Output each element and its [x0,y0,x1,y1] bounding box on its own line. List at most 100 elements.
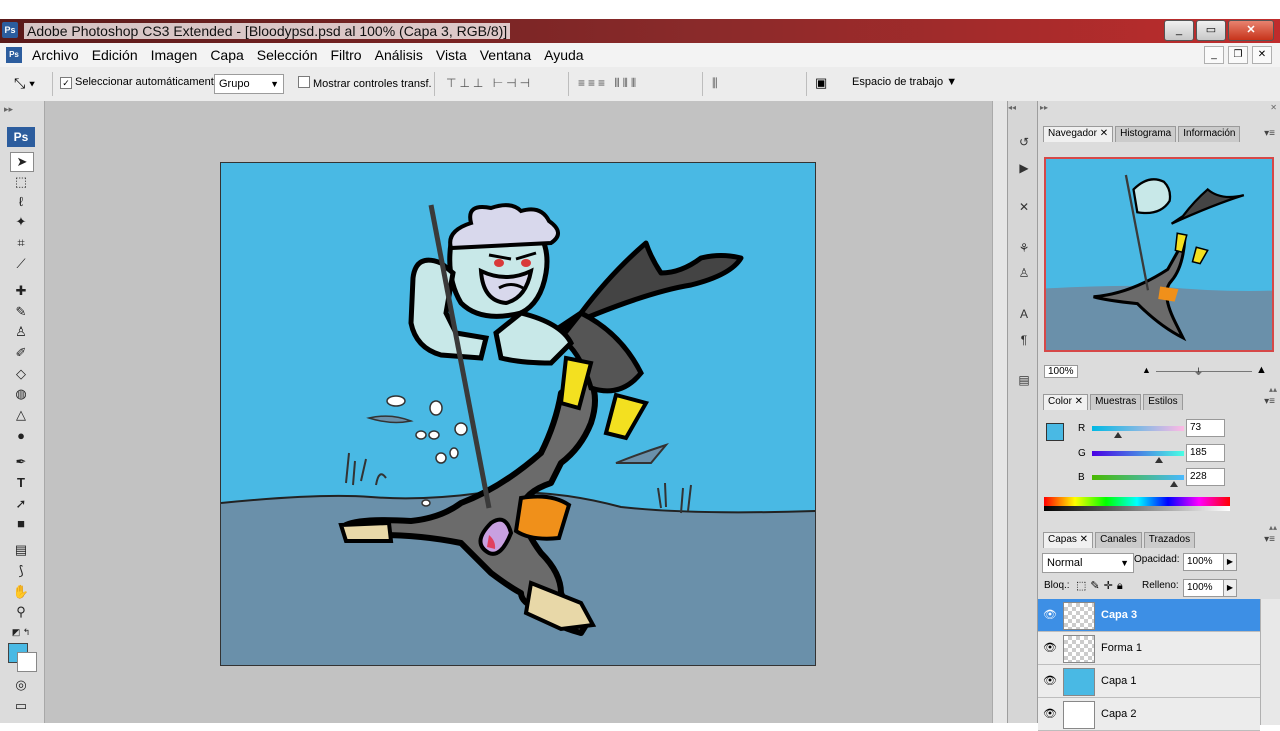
blend-mode-dropdown[interactable]: Normal ▼ [1042,553,1134,573]
zoom-in-icon[interactable]: ▲ [1256,364,1267,376]
shape-tool-icon[interactable]: ■ [10,515,32,533]
slider-b[interactable] [1092,475,1184,480]
menu-capa[interactable]: Capa [210,47,243,63]
align-icons[interactable]: ⊤⊥⊥ ⊢⊣⊣ [446,76,533,90]
menu-analisis[interactable]: Análisis [375,47,423,63]
fill-slider-arrow[interactable]: ▶ [1223,579,1237,597]
close-button[interactable]: ✕ [1228,20,1274,41]
maximize-button[interactable]: ▭ [1196,20,1226,41]
menu-archivo[interactable]: Archivo [32,47,79,63]
lasso-tool-icon[interactable]: ℓ [10,193,32,211]
canvas-vertical-scrollbar[interactable] [992,101,1007,723]
screen-mode-icon[interactable]: ▭ [10,697,32,715]
panel-collapse-icon[interactable]: ▴▴ [1269,523,1277,532]
minimize-button[interactable]: _ [1164,20,1194,41]
photoshop-menu-icon[interactable]: Ps [6,47,22,63]
visibility-eye-icon[interactable]: 👁︎ [1043,674,1057,687]
actions-panel-icon[interactable]: ▶ [1013,158,1035,178]
panel-close-icon[interactable]: ✕ [1270,103,1277,112]
navigator-preview[interactable] [1044,157,1274,352]
hand-tool-icon[interactable]: ✋ [10,583,32,601]
swap-colors-icon[interactable]: ◩ ↰ [10,623,32,641]
collapse-arrows-icon[interactable]: ▸▸ [4,104,13,115]
panel-collapse-icon[interactable]: ▴▴ [1269,385,1277,394]
slider-r[interactable] [1092,426,1184,431]
tab-capas[interactable]: Capas ✕ [1043,532,1094,548]
type-tool-icon[interactable]: T [10,474,32,492]
notes-tool-icon[interactable]: ▤ [10,541,32,559]
history-brush-tool-icon[interactable]: ✐ [10,344,32,362]
panel-menu-icon[interactable]: ▾≡ [1264,128,1275,139]
tab-trazados[interactable]: Trazados [1143,532,1196,548]
tab-estilos[interactable]: Estilos [1143,394,1183,410]
healing-brush-tool-icon[interactable]: ✚ [10,282,32,300]
collapse-panels-icon[interactable]: ▸▸ [1040,103,1048,112]
tab-navegador[interactable]: Navegador ✕ [1043,126,1114,142]
color-spectrum-bar[interactable] [1044,497,1230,511]
zoom-tool-icon[interactable]: ⚲ [10,603,32,621]
brushes-panel-icon[interactable]: ⚘ [1013,238,1035,258]
value-g[interactable]: 185 [1186,444,1225,462]
menu-vista[interactable]: Vista [436,47,467,63]
navigator-zoom-slider[interactable] [1156,371,1252,372]
bridge-icon[interactable]: ▣ [815,75,827,91]
distribute-icons[interactable]: ≡≡≡ ⦀⦀⦀ [578,76,639,91]
visibility-eye-icon[interactable]: 👁︎ [1043,641,1057,654]
document-canvas[interactable] [220,162,816,666]
auto-select-checkbox[interactable]: ✓ [60,77,72,89]
layer-comps-icon[interactable]: ▤ [1013,370,1035,390]
slider-r-thumb[interactable] [1114,432,1122,438]
eyedropper-tool-icon[interactable]: ⟆ [10,562,32,580]
doc-restore-button[interactable]: ❐ [1228,46,1248,64]
marquee-tool-icon[interactable]: ⬚ [10,173,32,191]
crop-tool-icon[interactable]: ⌗ [10,234,32,252]
opacity-input[interactable]: 100% [1183,553,1224,571]
character-panel-icon[interactable]: A [1013,304,1035,324]
auto-select-dropdown[interactable]: Grupo ▼ [214,74,284,94]
clone-source-icon[interactable]: ♙ [1013,263,1035,283]
zoom-out-icon[interactable]: ▲ [1142,365,1151,375]
auto-select-option[interactable]: ✓ Seleccionar automáticamente: [60,76,223,89]
menu-seleccion[interactable]: Selección [257,47,318,63]
layer-row-capa-1[interactable]: 👁︎ Capa 1 [1038,665,1260,698]
tab-canales[interactable]: Canales [1095,532,1142,548]
menu-imagen[interactable]: Imagen [151,47,198,63]
brush-tool-icon[interactable]: ✎ [10,303,32,321]
menu-filtro[interactable]: Filtro [330,47,361,63]
quick-mask-icon[interactable]: ◎ [10,676,32,694]
slider-g[interactable] [1092,451,1184,456]
background-color-swatch[interactable] [17,652,37,672]
layer-row-capa-3[interactable]: 👁︎ Capa 3 [1038,599,1260,632]
move-tool-preset-icon[interactable]: ⤡ ▾ [14,75,35,92]
navigator-zoom-value[interactable]: 100% [1044,365,1078,378]
workspace-menu[interactable]: Espacio de trabajo ▼ [852,76,957,88]
slider-b-thumb[interactable] [1170,481,1178,487]
magic-wand-tool-icon[interactable]: ✦ [10,213,32,231]
color-foreground-swatch[interactable] [1046,423,1064,441]
auto-align-icon[interactable]: ⫼ [712,76,721,91]
slider-g-thumb[interactable] [1155,457,1163,463]
dodge-tool-icon[interactable]: ● [10,427,32,445]
paragraph-panel-icon[interactable]: ¶ [1013,330,1035,350]
tab-color[interactable]: Color ✕ [1043,394,1089,410]
history-panel-icon[interactable]: ↺ [1013,132,1035,152]
move-tool-icon[interactable]: ➤ [10,152,34,172]
fill-input[interactable]: 100% [1183,579,1224,597]
tab-informacion[interactable]: Información [1178,126,1241,142]
value-b[interactable]: 228 [1186,468,1225,486]
tool-presets-icon[interactable]: ✕ [1013,197,1035,217]
doc-minimize-button[interactable]: _ [1204,46,1224,64]
tab-muestras[interactable]: Muestras [1090,394,1142,410]
menu-edicion[interactable]: Edición [92,47,138,63]
menu-ventana[interactable]: Ventana [480,47,531,63]
panel-menu-icon[interactable]: ▾≡ [1264,534,1275,545]
blur-tool-icon[interactable]: △ [10,406,32,424]
panel-menu-icon[interactable]: ▾≡ [1264,396,1275,407]
layer-row-forma-1[interactable]: 👁︎ Forma 1 [1038,632,1260,665]
show-transform-checkbox[interactable] [298,76,310,88]
value-r[interactable]: 73 [1186,419,1225,437]
opacity-slider-arrow[interactable]: ▶ [1223,553,1237,571]
slider-thumb[interactable]: ⏚ [1194,365,1203,378]
visibility-eye-icon[interactable]: 👁︎ [1043,608,1057,621]
path-selection-tool-icon[interactable]: ➚ [10,495,32,513]
